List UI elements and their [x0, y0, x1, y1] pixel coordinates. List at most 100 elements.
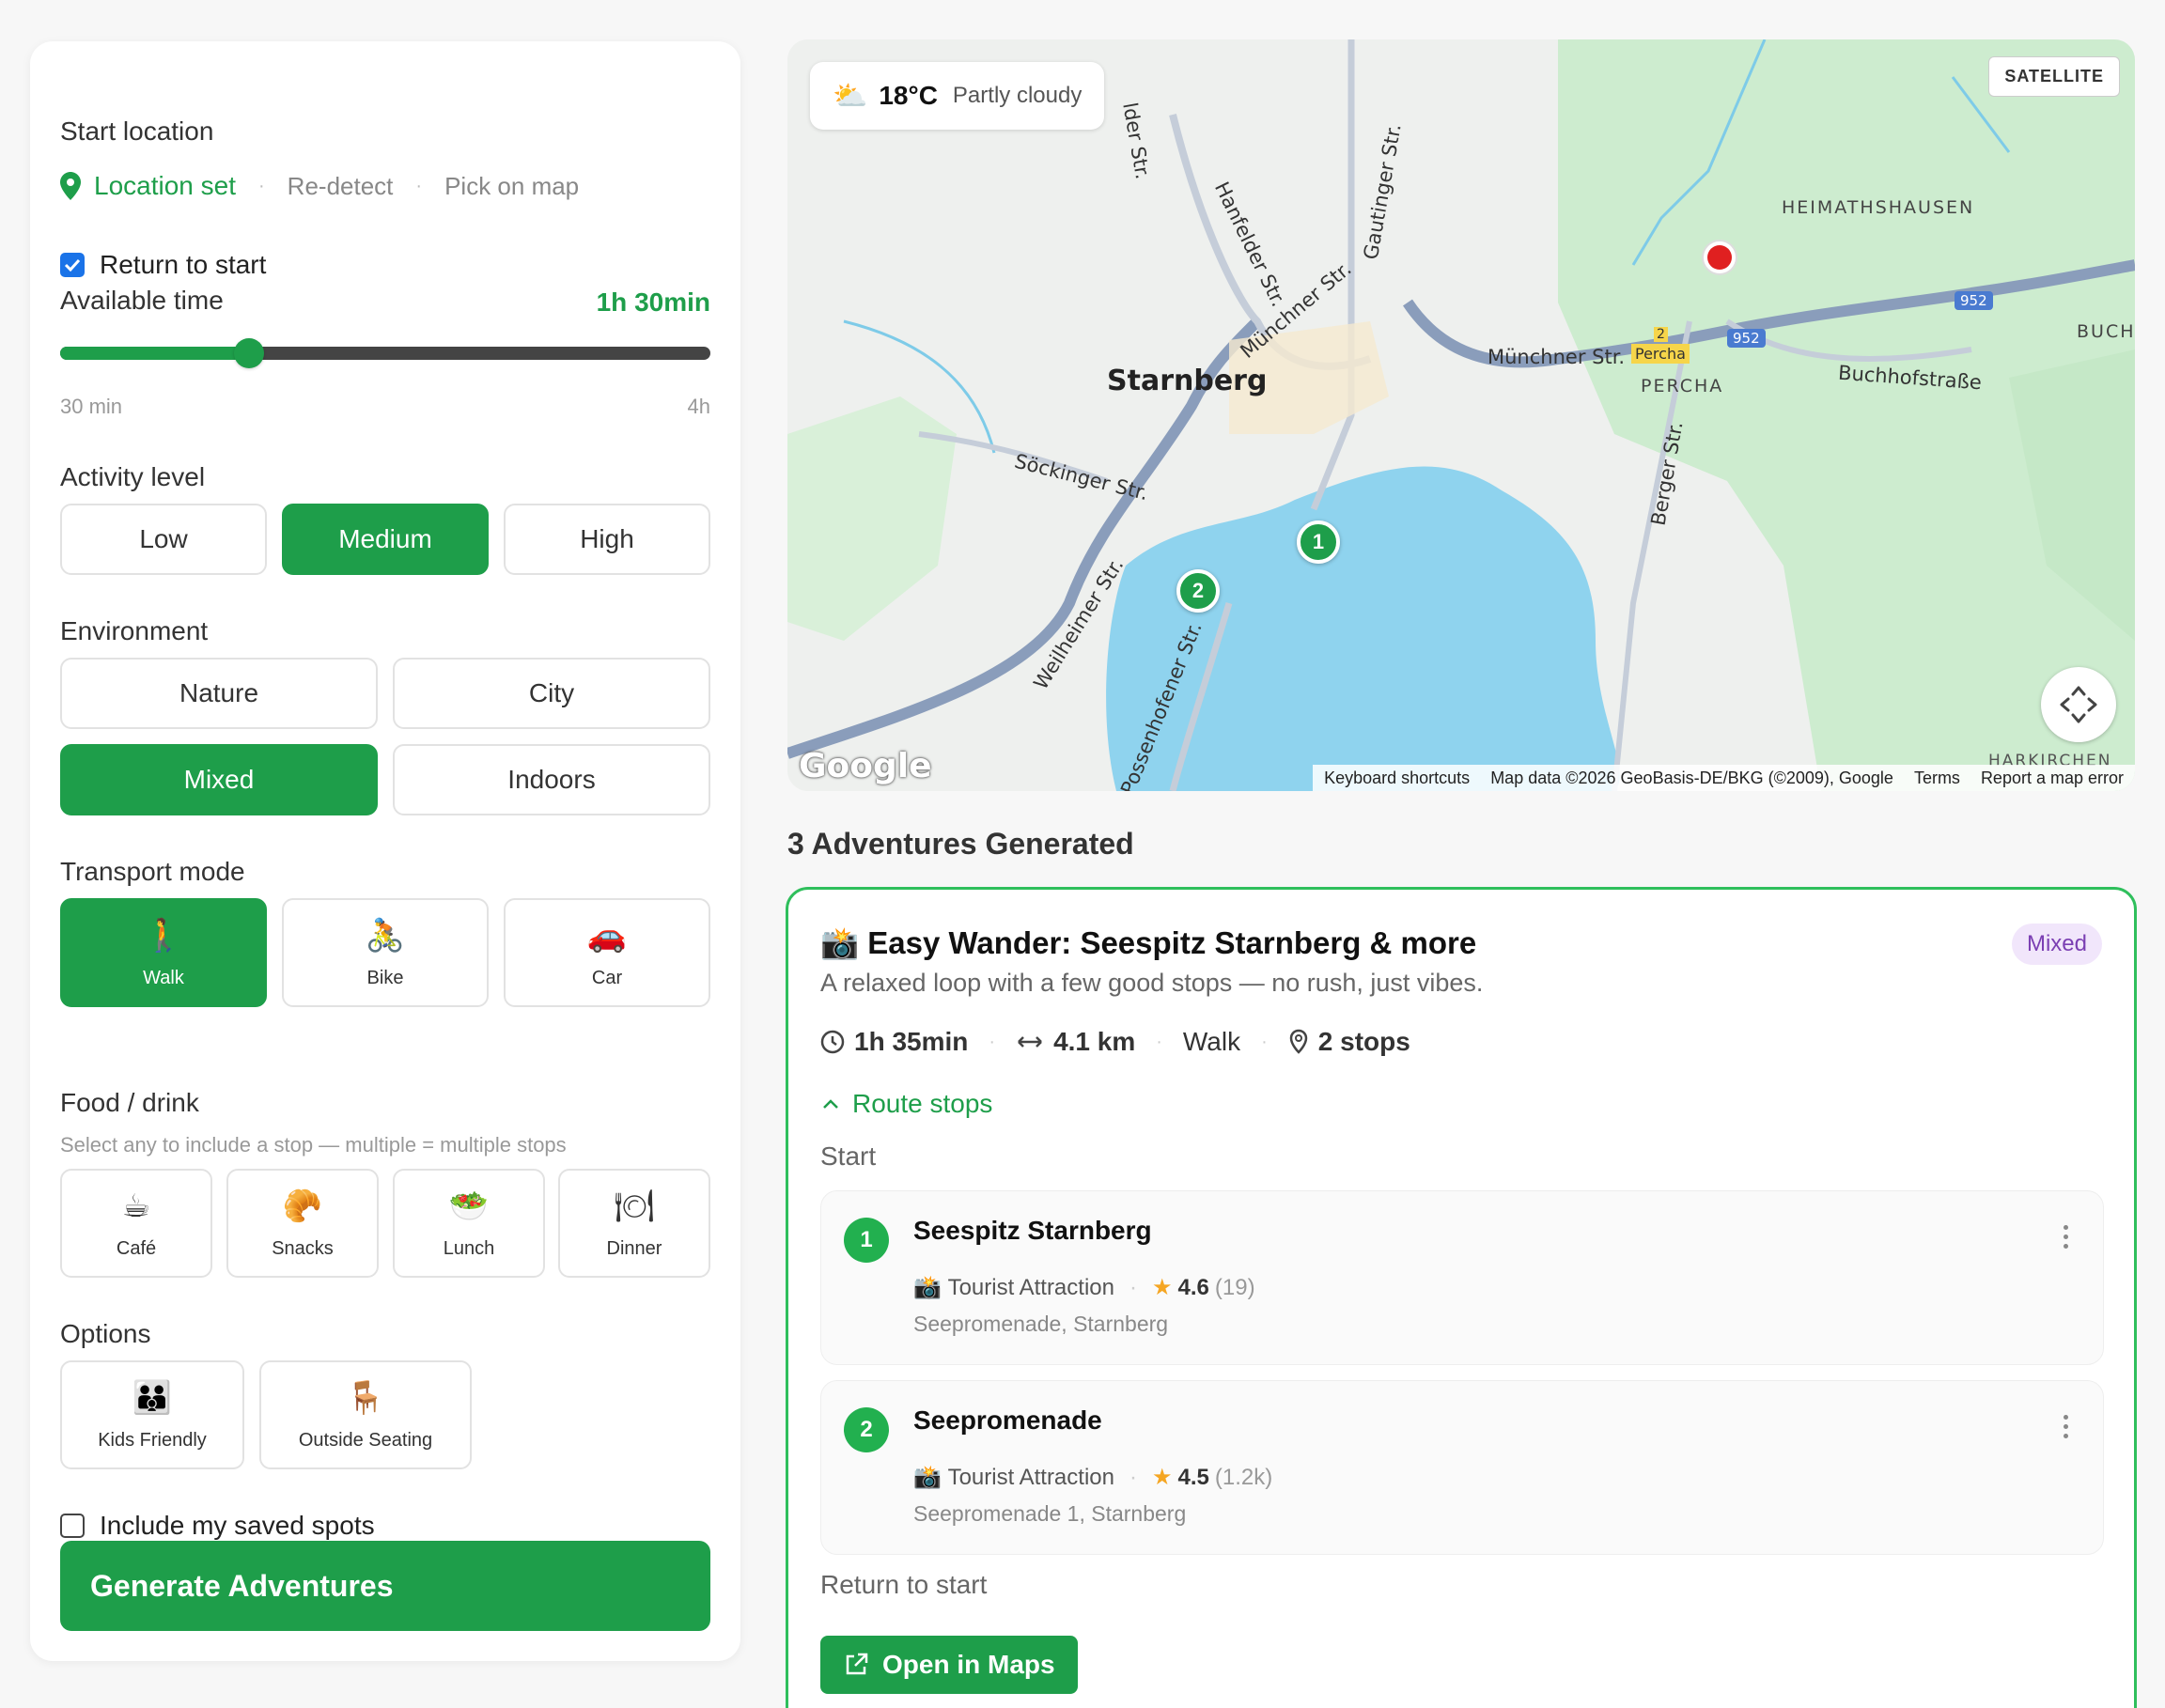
food-dinner-button[interactable]: 🍽 Dinner: [558, 1169, 710, 1278]
environment-nature-button[interactable]: Nature: [60, 658, 378, 729]
separator-dot: ·: [1129, 1464, 1137, 1490]
return-to-start-checkbox[interactable]: Return to start: [60, 250, 266, 280]
adventure-duration: 1h 35min: [854, 1027, 969, 1056]
separator-dot: ·: [1261, 1031, 1268, 1052]
start-location-label: Start location: [60, 116, 214, 146]
map-canvas[interactable]: [787, 39, 2135, 791]
generate-adventures-button[interactable]: Generate Adventures: [60, 1541, 710, 1631]
plate-icon: 🍽: [614, 1188, 655, 1224]
transport-car-label: Car: [591, 967, 623, 988]
food-lunch-button[interactable]: 🥗 Lunch: [393, 1169, 545, 1278]
map-data-text: Map data ©2026 GeoBasis-DE/BKG (©2009), …: [1490, 768, 1893, 787]
car-icon: 🚗: [586, 917, 628, 954]
map-marker-1[interactable]: 1: [1297, 520, 1340, 564]
location-row: Location set · Re-detect · Pick on map: [60, 171, 579, 201]
star-icon: ★: [1151, 1275, 1173, 1300]
stop-review-count: (19): [1214, 1274, 1255, 1300]
location-pin-icon: [60, 172, 81, 200]
bike-icon: 🚴: [365, 917, 406, 954]
more-options-icon[interactable]: [2064, 1225, 2069, 1253]
separator-dot: ·: [1129, 1274, 1137, 1300]
map-label-starnberg: Starnberg: [1107, 365, 1268, 397]
stop-review-count: (1.2k): [1214, 1464, 1273, 1490]
food-snacks-button[interactable]: 🥐 Snacks: [226, 1169, 379, 1278]
food-dinner-label: Dinner: [606, 1237, 662, 1259]
weather-widget: ⛅ 18°C Partly cloudy: [810, 62, 1105, 130]
transport-car-button[interactable]: 🚗 Car: [504, 898, 710, 1007]
environment-mixed-button[interactable]: Mixed: [60, 744, 378, 815]
separator-dot: ·: [415, 175, 423, 196]
road-shield-952: 952: [1727, 329, 1766, 348]
separator-dot: ·: [258, 175, 265, 196]
adventure-description: A relaxed loop with a few good stops — n…: [820, 969, 1484, 997]
report-error-link[interactable]: Report a map error: [1981, 769, 2124, 788]
slider-max-label: 4h: [687, 395, 710, 418]
activity-high-button[interactable]: High: [504, 504, 710, 575]
slider-min-label: 30 min: [60, 395, 123, 418]
chair-icon: 🪑: [345, 1379, 386, 1416]
adventure-card[interactable]: 📸 Easy Wander: Seespitz Starnberg & more…: [786, 887, 2137, 1708]
stop-number: 1: [844, 1218, 889, 1263]
results-title: 3 Adventures Generated: [787, 827, 1134, 861]
star-icon: ★: [1151, 1465, 1173, 1490]
stop-category: Tourist Attraction: [947, 1464, 1114, 1490]
clock-icon: [820, 1030, 845, 1054]
coffee-icon: ☕: [121, 1188, 151, 1224]
route-stop[interactable]: 1 Seespitz Starnberg 📸 Tourist Attractio…: [820, 1190, 2104, 1365]
fullscreen-button[interactable]: [2041, 667, 2116, 742]
activity-medium-button[interactable]: Medium: [282, 504, 489, 575]
option-kids-friendly-button[interactable]: 👪 Kids Friendly: [60, 1360, 244, 1469]
food-cafe-label: Café: [116, 1237, 157, 1259]
food-cafe-button[interactable]: ☕ Café: [60, 1169, 212, 1278]
road-shield-952: 952: [1955, 291, 1993, 310]
slider-thumb[interactable]: [233, 338, 264, 368]
available-time-label: Available time: [60, 286, 224, 315]
adventure-settings-panel: Start location Location set · Re-detect …: [30, 41, 740, 1661]
activity-low-button[interactable]: Low: [60, 504, 267, 575]
satellite-toggle-button[interactable]: SATELLITE: [1988, 56, 2120, 97]
option-outside-seating-label: Outside Seating: [298, 1429, 433, 1451]
weather-condition: Partly cloudy: [952, 83, 1082, 108]
checkbox-unchecked-icon[interactable]: [60, 1514, 85, 1538]
environment-city-button[interactable]: City: [393, 658, 710, 729]
weather-temperature: 18°C: [879, 81, 938, 110]
fullscreen-icon: [2060, 686, 2097, 723]
open-in-maps-button[interactable]: Open in Maps: [820, 1636, 1078, 1694]
route-stop[interactable]: 2 Seepromenade 📸 Tourist Attraction · ★ …: [820, 1380, 2104, 1555]
saved-spots-checkbox[interactable]: Include my saved spots: [60, 1511, 375, 1541]
checkbox-checked-icon[interactable]: [60, 253, 85, 277]
adventure-distance: 4.1 km: [1053, 1027, 1136, 1056]
map-view[interactable]: Starnberg HEIMATHSHAUSEN PERCHA BUCH HAR…: [787, 39, 2135, 791]
stop-number: 2: [844, 1407, 889, 1452]
environment-indoors-button[interactable]: Indoors: [393, 744, 710, 815]
walk-icon: 🚶: [143, 917, 184, 954]
croissant-icon: 🥐: [282, 1188, 323, 1224]
food-lunch-label: Lunch: [443, 1237, 495, 1259]
chevron-up-icon: [823, 1099, 838, 1109]
option-kids-friendly-label: Kids Friendly: [98, 1429, 207, 1451]
transport-bike-button[interactable]: 🚴 Bike: [282, 898, 489, 1007]
stop-rating: 4.5: [1177, 1464, 1209, 1490]
time-slider[interactable]: [60, 338, 710, 368]
keyboard-shortcuts-link[interactable]: Keyboard shortcuts: [1324, 769, 1470, 788]
pin-icon: [1288, 1029, 1309, 1055]
salad-icon: 🥗: [448, 1188, 490, 1224]
route-stops-toggle[interactable]: Route stops: [820, 1089, 992, 1119]
food-snacks-label: Snacks: [272, 1237, 334, 1259]
transport-mode-label: Transport mode: [60, 857, 245, 886]
adventure-mode: Walk: [1182, 1027, 1241, 1056]
transport-walk-button[interactable]: 🚶 Walk: [60, 898, 267, 1007]
route-stops-label: Route stops: [852, 1089, 993, 1118]
terms-link[interactable]: Terms: [1914, 769, 1960, 788]
map-marker-2[interactable]: 2: [1176, 569, 1220, 613]
map-label-street: Münchner Str.: [1487, 346, 1626, 368]
map-label-heimathausen: HEIMATHSHAUSEN: [1782, 197, 1975, 218]
map-label-exit: 2: [1654, 327, 1668, 342]
option-outside-seating-button[interactable]: 🪑 Outside Seating: [259, 1360, 472, 1469]
more-options-icon[interactable]: [2064, 1415, 2069, 1443]
redetect-link[interactable]: Re-detect: [288, 172, 394, 201]
pick-on-map-link[interactable]: Pick on map: [444, 172, 579, 201]
stop-name: Seespitz Starnberg: [913, 1216, 1152, 1245]
available-time-value: 1h 30min: [596, 287, 710, 317]
stop-name: Seepromenade: [913, 1405, 1102, 1435]
